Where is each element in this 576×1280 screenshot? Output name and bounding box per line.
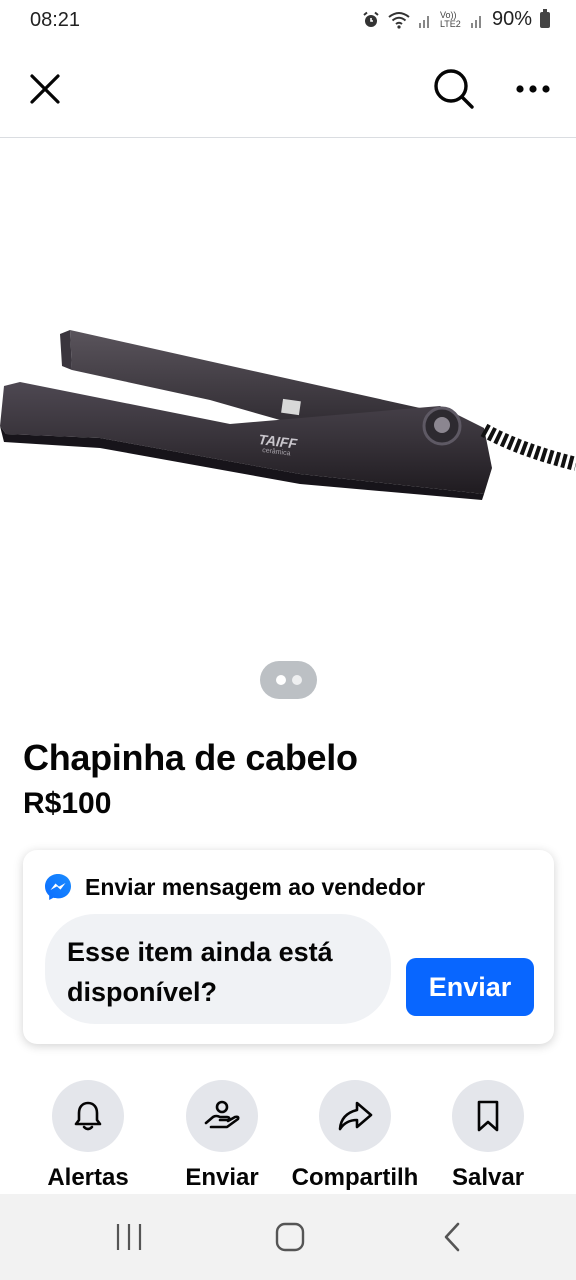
- wifi-icon: [388, 11, 410, 29]
- back-button[interactable]: [427, 1212, 477, 1262]
- share-label: Compartilh: [291, 1164, 419, 1191]
- back-icon: [444, 1222, 460, 1252]
- network-label: Vo)) LTE2: [439, 9, 461, 29]
- status-bar: 08:21 Vo)) LTE2 90%: [0, 0, 576, 42]
- share-button[interactable]: Compartilh: [285, 1080, 425, 1192]
- alerts-button[interactable]: Alertas: [18, 1080, 158, 1192]
- save-button[interactable]: Salvar: [418, 1080, 558, 1192]
- search-icon: [434, 69, 474, 109]
- status-icons: Vo)) LTE2 90%: [362, 8, 550, 31]
- pager-dot-active: [275, 675, 286, 685]
- pager-dot: [291, 675, 302, 685]
- product-photo[interactable]: TAIFF cerâmica: [0, 138, 576, 658]
- send-message-button[interactable]: Enviar: [406, 958, 534, 1016]
- save-button-circle[interactable]: [452, 1080, 524, 1152]
- close-button[interactable]: [20, 64, 70, 114]
- bookmark-icon: [477, 1100, 499, 1132]
- battery-icon: [540, 8, 550, 28]
- save-label: Salvar: [451, 1164, 525, 1191]
- message-text-field[interactable]: Esse item ainda está disponível?: [45, 914, 391, 1024]
- bell-icon: [74, 1101, 102, 1131]
- message-seller-card: Enviar mensagem ao vendedor Esse item ai…: [23, 850, 554, 1044]
- send-button[interactable]: Enviar: [152, 1080, 292, 1192]
- home-icon: [275, 1222, 305, 1252]
- more-icon: [516, 85, 550, 93]
- hair-straightener-image: TAIFF cerâmica: [0, 330, 576, 500]
- send-label: Enviar: [185, 1164, 259, 1191]
- share-button-circle[interactable]: [319, 1080, 391, 1152]
- item-title: Chapinha de cabelo: [23, 737, 358, 778]
- signal-icon: [418, 15, 429, 28]
- alarm-icon: [363, 11, 379, 27]
- system-nav-bar: [0, 1194, 576, 1280]
- recent-apps-icon: [116, 1224, 142, 1250]
- signal-icon: [470, 15, 481, 28]
- home-button[interactable]: [265, 1212, 315, 1262]
- message-card-header: Enviar mensagem ao vendedor: [43, 872, 425, 902]
- alerts-label: Alertas: [47, 1164, 129, 1191]
- item-price: R$100: [23, 787, 112, 820]
- search-button[interactable]: [429, 64, 479, 114]
- message-card-heading: Enviar mensagem ao vendedor: [85, 873, 426, 900]
- photo-pager: [260, 661, 317, 699]
- alerts-button-circle[interactable]: [52, 1080, 124, 1152]
- more-options-button[interactable]: [508, 64, 558, 114]
- close-icon: [30, 74, 60, 104]
- battery-percent: 90%: [491, 8, 532, 30]
- send-hand-icon: [204, 1100, 240, 1129]
- action-row: Alertas Enviar Compartilh Salvar: [0, 1080, 576, 1192]
- recent-apps-button[interactable]: [104, 1212, 154, 1262]
- send-button-circle[interactable]: [186, 1080, 258, 1152]
- messenger-icon: [45, 874, 71, 900]
- share-icon: [338, 1101, 373, 1131]
- app-header: [0, 42, 576, 138]
- status-time: 08:21: [30, 9, 81, 31]
